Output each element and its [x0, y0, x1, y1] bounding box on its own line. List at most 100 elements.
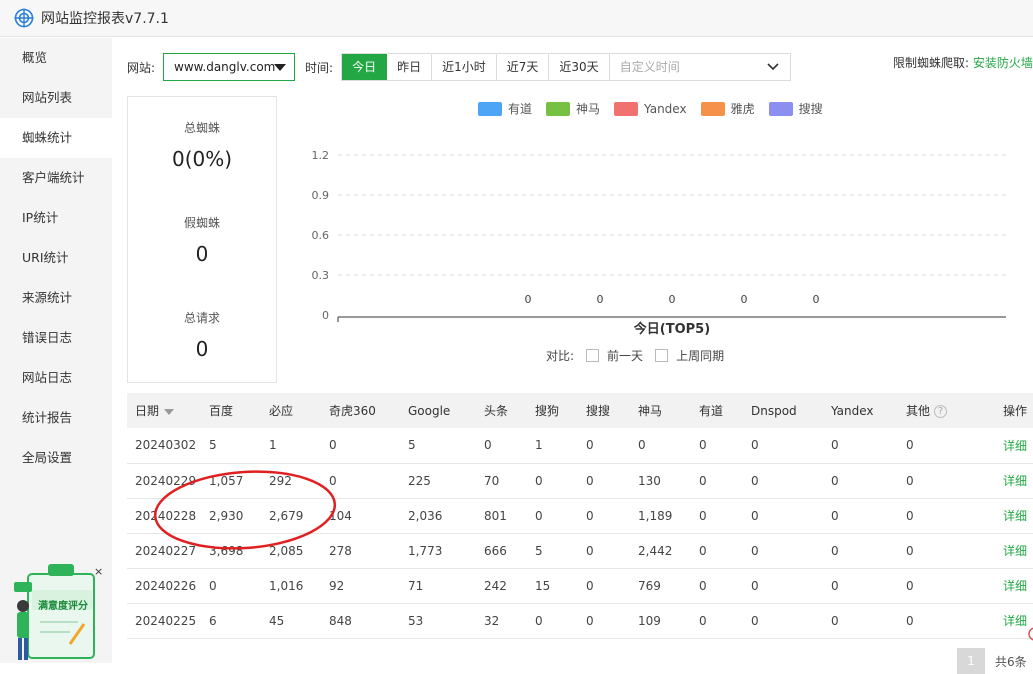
detail-link[interactable]: 详细 [995, 463, 1033, 498]
sidebar-item[interactable]: 蜘蛛统计 [0, 118, 112, 158]
table-row: 20240228 2,930 2,679 104 2,036 801 0 0 1,189 0 0 0 0… [127, 498, 1033, 533]
help-icon[interactable]: ? [934, 405, 948, 418]
compare-prev-day-label: 前一天 [607, 349, 644, 363]
table-row: 20240225 6 45 848 53 32 0 0 109 0 0 0 0 详细 [127, 603, 1033, 638]
satisfaction-label: 满意度评分 [38, 601, 88, 612]
table-cell: 1 [535, 438, 543, 453]
table-cell: 0 [906, 613, 914, 628]
legend-item[interactable]: Yandex [614, 100, 687, 117]
bar-value-label: 0 [669, 293, 676, 306]
bar-value-label: 0 [597, 293, 604, 306]
table-cell: 0 [831, 438, 839, 453]
table-cell: 769 [638, 578, 661, 593]
table-cell: 0 [329, 473, 337, 488]
sidebar-item[interactable]: IP统计 [0, 198, 112, 238]
table-cell: 130 [638, 473, 661, 488]
column-header: 必应 [261, 393, 321, 428]
sidebar-item[interactable]: 错误日志 [0, 318, 112, 358]
legend-item[interactable]: 有道 [478, 100, 532, 117]
column-header-label: Google [408, 403, 451, 418]
legend-item[interactable]: 雅虎 [700, 100, 755, 117]
table-cell: 0 [906, 508, 914, 523]
table-cell: 0 [484, 438, 492, 453]
time-range-button[interactable]: 今日 [342, 54, 388, 80]
time-range-button[interactable]: 近30天 [549, 54, 610, 80]
table-cell: 666 [484, 543, 507, 558]
sidebar-item[interactable]: 概览 [0, 38, 112, 78]
table-cell: 0 [906, 578, 914, 593]
table-cell: 0 [586, 613, 594, 628]
table-cell: 53 [408, 613, 424, 628]
detail-link[interactable]: 详细 [995, 498, 1033, 533]
sidebar-item[interactable]: 来源统计 [0, 278, 112, 318]
sort-icon[interactable] [164, 408, 175, 415]
table-cell: 0 [586, 543, 594, 558]
table-cell: 20240229 [135, 473, 197, 488]
column-header-label: 头条 [484, 404, 509, 418]
table-row: 20240226 0 1,016 92 71 242 15 0 769 0 0 0 0 详细 [127, 568, 1033, 603]
satisfaction-illustration-icon [14, 564, 95, 660]
table-cell: 2,679 [269, 508, 304, 523]
column-header: 神马 [630, 393, 691, 428]
custom-time-select[interactable]: 自定义时间 [610, 54, 790, 80]
table-cell: 0 [831, 543, 839, 558]
table-cell: 0 [586, 438, 594, 453]
table-cell: 0 [638, 438, 646, 453]
detail-link[interactable]: 详细 [995, 428, 1033, 463]
sidebar-item[interactable]: 网站列表 [0, 78, 112, 118]
column-header-label: 奇虎360 [329, 404, 376, 418]
sidebar-item[interactable]: URI统计 [0, 238, 112, 278]
site-select-value: www.danglv.com [174, 60, 276, 74]
sidebar-item[interactable]: 统计报告 [0, 398, 112, 438]
legend-item[interactable]: 神马 [546, 100, 600, 117]
column-header[interactable]: 日期 [127, 393, 201, 428]
detail-link[interactable]: 详细 [995, 568, 1033, 603]
custom-time-placeholder: 自定义时间 [619, 60, 680, 74]
table-cell: 5 [408, 438, 416, 453]
spider-table: 日期 百度 必应 奇虎360 Google 头条 搜狗 搜搜 神马 有道 Dnspod Yandex 其… [127, 393, 1033, 639]
column-header: 搜搜 [578, 393, 630, 428]
table-cell: 0 [586, 578, 594, 593]
compare-prev-day-checkbox[interactable] [586, 349, 600, 362]
table-cell: 20240227 [135, 543, 197, 558]
satisfaction-widget[interactable]: 满意度评分 × [10, 562, 105, 663]
column-header: 奇虎360 [321, 393, 400, 428]
table-cell: 3,698 [209, 543, 244, 558]
site-select[interactable]: www.danglv.com [163, 53, 296, 81]
column-header-label: Yandex [831, 403, 874, 418]
sidebar-item[interactable]: 客户端统计 [0, 158, 112, 198]
sidebar-item[interactable]: 全局设置 [0, 438, 112, 478]
pagination-total: 共6条 [995, 654, 1027, 669]
detail-link[interactable]: 详细 [995, 533, 1033, 568]
table-header: 日期 百度 必应 奇虎360 Google 头条 搜狗 搜搜 神马 有道 Dnspod Yandex 其… [127, 393, 1033, 428]
y-tick-label: 0.3 [312, 269, 330, 282]
close-icon[interactable]: × [94, 565, 103, 578]
table-cell: 104 [329, 508, 352, 523]
table-cell: 242 [484, 578, 507, 593]
time-range-button[interactable]: 近7天 [497, 54, 550, 80]
page-button[interactable]: 1 [957, 648, 985, 674]
table-cell: 0 [751, 578, 759, 593]
column-header: Google [400, 393, 476, 428]
app-title: 网站监控报表v7.7.1 [41, 11, 169, 27]
compare-label: 对比: [546, 349, 575, 363]
table-cell: 20240226 [135, 578, 197, 593]
install-firewall-link[interactable]: 安装防火墙 [973, 56, 1033, 70]
refresh-icon[interactable] [1025, 626, 1033, 642]
table-cell: 92 [329, 578, 345, 593]
compare-last-week-checkbox[interactable] [655, 349, 669, 362]
time-range-button[interactable]: 昨日 [387, 54, 433, 80]
chevron-down-icon [767, 63, 779, 71]
table-cell: 0 [906, 543, 914, 558]
table-row: 20240302 5 1 0 5 0 1 0 0 0 0 0 0 详细 [127, 428, 1033, 463]
time-range-button[interactable]: 近1小时 [432, 54, 497, 80]
column-header: 头条 [476, 393, 527, 428]
total-requests-label: 总请求 [183, 311, 220, 325]
legend-swatch [478, 101, 502, 116]
sidebar-item[interactable]: 网站日志 [0, 358, 112, 398]
table-cell: 1,057 [209, 473, 244, 488]
legend-label: 雅虎 [730, 102, 755, 116]
legend-label: 有道 [508, 102, 533, 116]
legend-item[interactable]: 搜搜 [768, 100, 823, 117]
table-cell: 6 [209, 613, 217, 628]
